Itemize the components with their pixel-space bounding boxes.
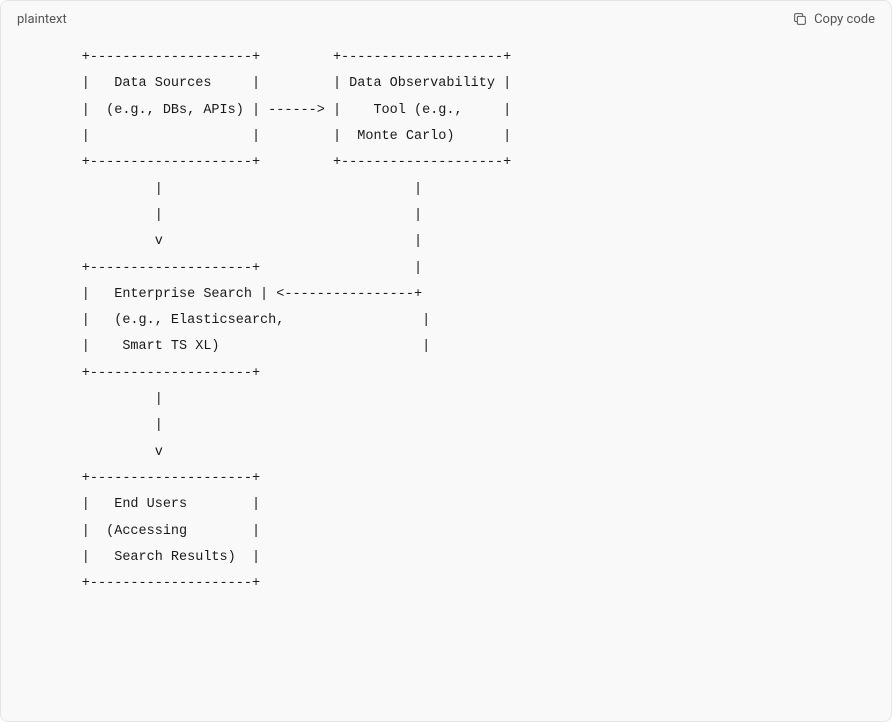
copy-icon [792,11,808,27]
code-block-header: plaintext Copy code [1,1,891,37]
language-label: plaintext [17,12,67,27]
copy-code-button[interactable]: Copy code [792,11,875,27]
copy-code-label: Copy code [814,12,875,27]
code-content: +--------------------+ +----------------… [1,37,891,721]
code-block-container: plaintext Copy code +-------------------… [0,0,892,722]
